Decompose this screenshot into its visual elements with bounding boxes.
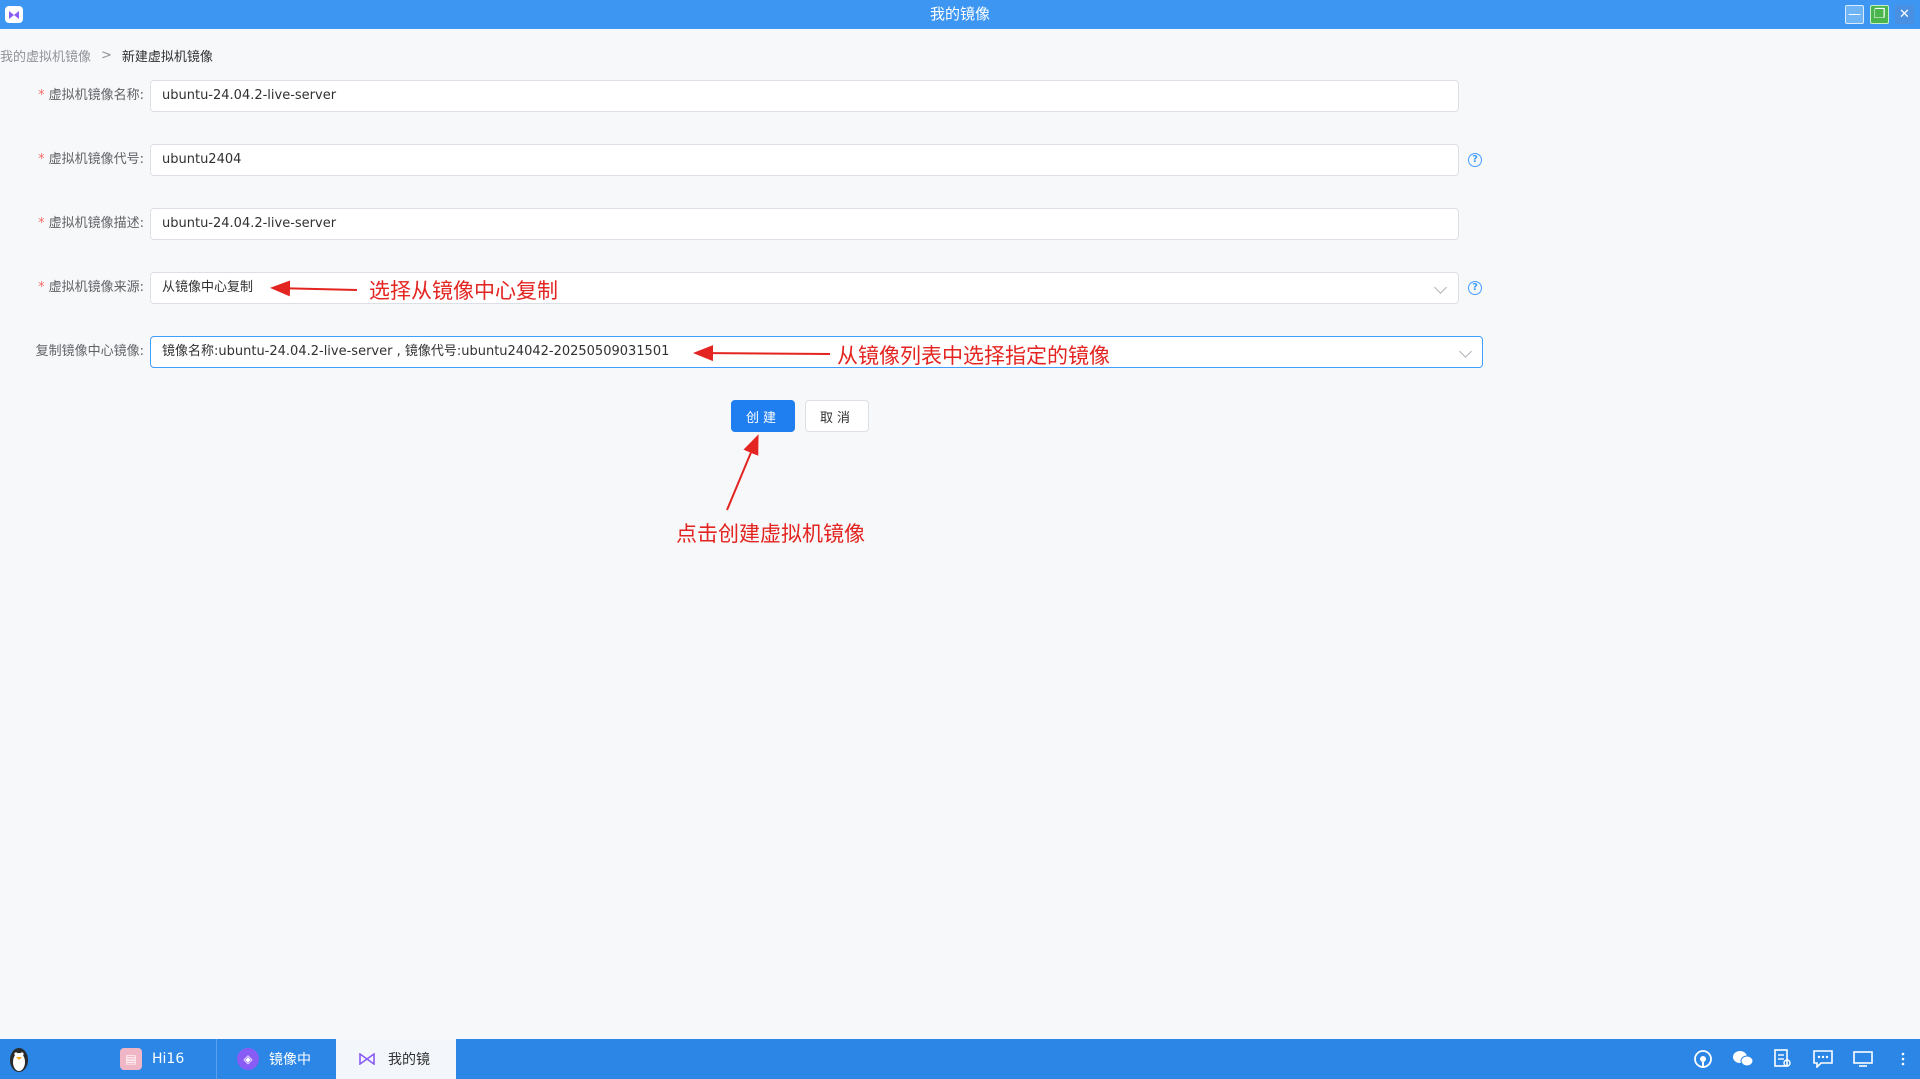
create-button[interactable]: 创建	[731, 400, 795, 432]
chevron-down-icon	[1459, 345, 1472, 358]
my-images-icon	[356, 1048, 378, 1070]
taskbar-item-my-images[interactable]: 我的镜	[336, 1039, 456, 1079]
source-label: * 虚拟机镜像来源:	[38, 280, 144, 295]
image-hint-annotation: 从镜像列表中选择指定的镜像	[837, 344, 1110, 368]
breadcrumb-parent-link[interactable]: 我的虚拟机镜像	[0, 46, 91, 65]
network-tray-icon[interactable]	[1692, 1049, 1714, 1069]
document-app-icon: ▤	[120, 1048, 142, 1070]
taskbar-item-image-center[interactable]: ◈ 镜像中	[216, 1039, 334, 1079]
form-row-description: * 虚拟机镜像描述: ubuntu-24.04.2-live-server	[0, 208, 1500, 240]
form-row-source: * 虚拟机镜像来源: 从镜像中心复制 ?	[0, 272, 1500, 304]
breadcrumb-current: 新建虚拟机镜像	[121, 49, 213, 65]
image-source-select[interactable]: 从镜像中心复制	[150, 272, 1459, 304]
window-title: 我的镜像	[929, 5, 990, 23]
help-icon[interactable]: ?	[1468, 153, 1482, 167]
start-menu-button[interactable]	[4, 1044, 34, 1074]
form-row-name: * 虚拟机镜像名称: ubuntu-24.04.2-live-server	[0, 80, 1500, 112]
create-hint-annotation: 点击创建虚拟机镜像	[676, 522, 865, 546]
center-image-label: 复制镜像中心镜像:	[35, 344, 144, 359]
name-label: * 虚拟机镜像名称:	[38, 88, 144, 103]
more-options-icon[interactable]	[1892, 1049, 1914, 1069]
required-mark: *	[38, 280, 45, 295]
chat-tray-icon[interactable]	[1812, 1049, 1834, 1069]
breadcrumb-separator: >	[101, 47, 112, 63]
minimize-button[interactable]: —	[1845, 5, 1864, 24]
form-row-center-image: 复制镜像中心镜像: 镜像名称:ubuntu-24.04.2-live-serve…	[0, 336, 1500, 368]
help-icon[interactable]: ?	[1468, 281, 1482, 295]
display-tray-icon[interactable]	[1852, 1049, 1874, 1069]
required-mark: *	[38, 152, 45, 167]
image-code-input[interactable]: ubuntu2404	[150, 144, 1459, 176]
taskbar: ▤ Hi16 ◈ 镜像中 我的镜	[0, 1039, 1920, 1079]
document-search-tray-icon[interactable]	[1772, 1049, 1794, 1069]
center-image-select[interactable]: 镜像名称:ubuntu-24.04.2-live-server , 镜像代号:u…	[150, 336, 1483, 368]
taskbar-item-hi16[interactable]: ▤ Hi16	[96, 1039, 214, 1079]
form-row-code: * 虚拟机镜像代号: ubuntu2404 ?	[0, 144, 1500, 176]
required-mark: *	[38, 216, 45, 231]
description-label: * 虚拟机镜像描述:	[38, 216, 144, 231]
maximize-button[interactable]: ❐	[1870, 5, 1889, 24]
center-image-value: 镜像名称:ubuntu-24.04.2-live-server , 镜像代号:u…	[162, 344, 670, 359]
create-hint-arrow	[726, 434, 759, 511]
close-button[interactable]: ✕	[1895, 5, 1914, 24]
image-source-value: 从镜像中心复制	[162, 280, 254, 295]
image-description-input[interactable]: ubuntu-24.04.2-live-server	[150, 208, 1459, 240]
breadcrumb: 我的虚拟机镜像 > 新建虚拟机镜像	[0, 46, 213, 65]
image-center-icon: ◈	[237, 1048, 259, 1070]
title-bar: 我的镜像 — ❐ ✕	[0, 0, 1920, 29]
code-label: * 虚拟机镜像代号:	[38, 152, 144, 167]
chevron-down-icon	[1434, 281, 1447, 294]
source-hint-annotation: 选择从镜像中心复制	[369, 279, 558, 303]
image-name-input[interactable]: ubuntu-24.04.2-live-server	[150, 80, 1459, 112]
cancel-button[interactable]: 取消	[805, 400, 869, 432]
penguin-icon	[10, 1048, 28, 1072]
wechat-tray-icon[interactable]	[1732, 1049, 1754, 1069]
required-mark: *	[38, 88, 45, 103]
